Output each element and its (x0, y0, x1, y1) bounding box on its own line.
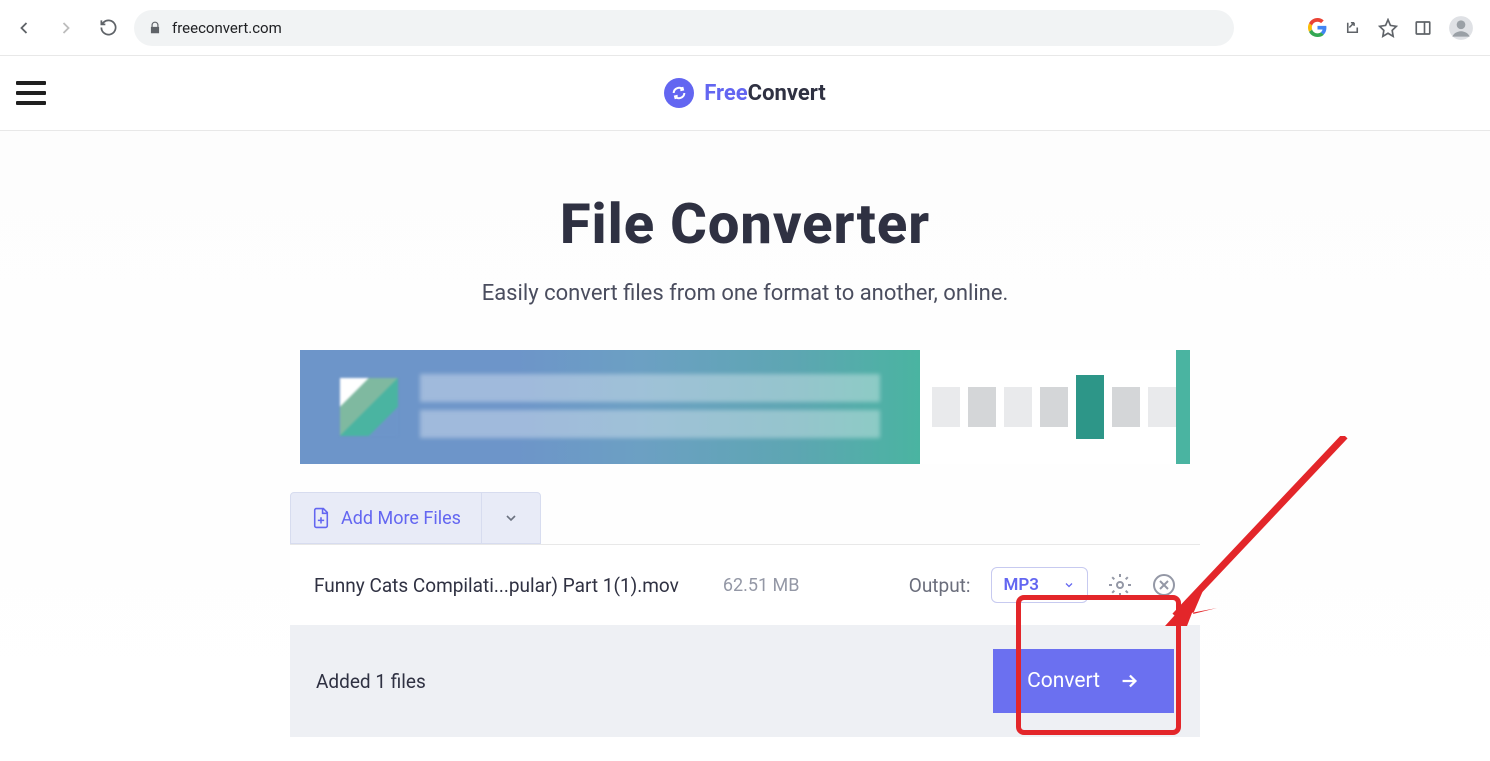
address-bar[interactable]: freeconvert.com (134, 10, 1234, 46)
output-label: Output: (909, 574, 971, 597)
ad-banner[interactable] (300, 350, 1190, 464)
output-format-value: MP3 (1004, 575, 1040, 595)
page-subtitle: Easily convert files from one format to … (0, 281, 1490, 306)
page-title: File Converter (0, 191, 1490, 257)
main-content: File Converter Easily convert files from… (0, 131, 1490, 737)
url-text: freeconvert.com (172, 19, 282, 37)
lock-icon (148, 21, 162, 35)
site-logo[interactable]: FreeConvert (664, 78, 826, 108)
converter-panel: Add More Files Funny Cats Compilati...pu… (290, 492, 1200, 737)
add-files-dropdown[interactable] (482, 493, 540, 543)
site-header: FreeConvert (0, 56, 1490, 131)
profile-icon[interactable] (1448, 15, 1474, 41)
google-icon[interactable] (1308, 18, 1327, 37)
chevron-down-icon (1063, 579, 1075, 591)
add-more-files-button[interactable]: Add More Files (291, 493, 482, 543)
logo-icon (664, 78, 694, 108)
logo-text: FreeConvert (704, 81, 826, 106)
file-name: Funny Cats Compilati...pular) Part 1(1).… (314, 574, 679, 597)
share-icon[interactable] (1343, 18, 1362, 37)
menu-button[interactable] (16, 81, 46, 105)
file-size: 62.51 MB (723, 575, 800, 596)
annotation-arrow (1145, 436, 1355, 646)
star-icon[interactable] (1378, 18, 1398, 38)
reload-button[interactable] (92, 12, 124, 44)
add-more-files-label: Add More Files (341, 508, 461, 529)
add-files-bar: Add More Files (290, 492, 541, 544)
panel-icon[interactable] (1414, 19, 1432, 37)
browser-toolbar: freeconvert.com (0, 0, 1490, 56)
back-button[interactable] (8, 12, 40, 44)
forward-button[interactable] (50, 12, 82, 44)
files-added-text: Added 1 files (316, 670, 426, 693)
browser-actions (1308, 15, 1474, 41)
settings-button[interactable] (1108, 573, 1132, 597)
